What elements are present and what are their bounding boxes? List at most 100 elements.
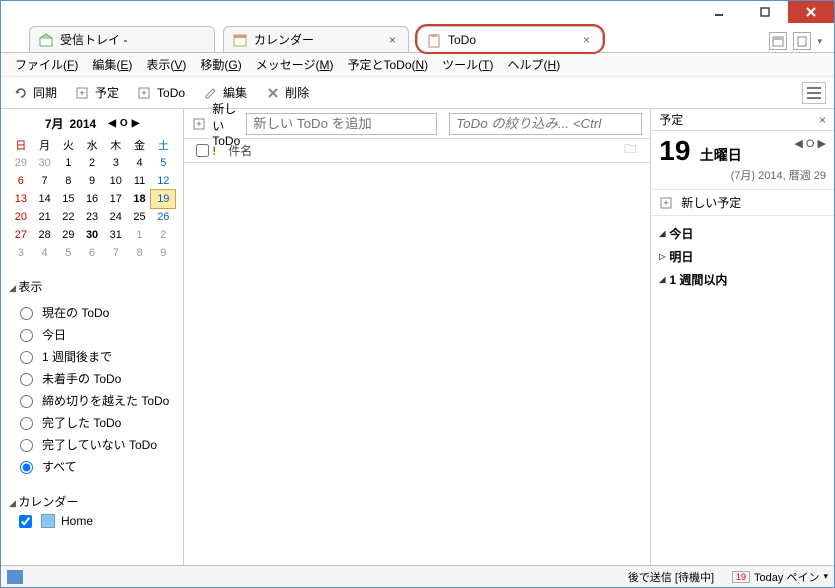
cal-day[interactable]: 30 xyxy=(33,154,57,172)
new-todo-button[interactable]: +ToDo xyxy=(133,83,189,103)
new-event-row[interactable]: + 新しい予定 xyxy=(651,190,834,216)
cal-day[interactable]: 29 xyxy=(56,226,80,244)
mini-calendar[interactable]: 日月火水木金土293012345678910111213141516171819… xyxy=(9,136,175,262)
cal-day[interactable]: 6 xyxy=(80,244,104,262)
status-today-pane[interactable]: Today ペイン xyxy=(754,569,819,585)
section-calendar[interactable]: カレンダー xyxy=(9,493,175,510)
tab-calendar-close[interactable]: × xyxy=(385,33,400,47)
cal-day[interactable]: 24 xyxy=(104,208,128,226)
cal-day[interactable]: 11 xyxy=(128,172,152,190)
filter-option[interactable]: 今日 xyxy=(15,323,175,345)
agenda-today[interactable]: ◢今日 xyxy=(655,222,830,245)
cal-day[interactable]: 30 xyxy=(80,226,104,244)
mini-clipboard-icon[interactable] xyxy=(793,32,811,50)
cal-day[interactable]: 12 xyxy=(151,172,175,190)
cal-day[interactable]: 17 xyxy=(104,190,128,208)
cal-day[interactable]: 7 xyxy=(33,172,57,190)
mini-dropdown-icon[interactable]: ▾ xyxy=(817,36,822,47)
filter-option[interactable]: 1 週間後まで xyxy=(15,345,175,367)
filter-option[interactable]: 完了した ToDo xyxy=(15,411,175,433)
cal-day[interactable]: 4 xyxy=(128,154,152,172)
status-dropdown-icon[interactable]: ▾ xyxy=(823,571,828,582)
menu-event-todo[interactable]: 予定とToDo(N) xyxy=(341,54,434,75)
todo-filter-input[interactable] xyxy=(449,113,642,135)
calendar-home-row[interactable]: Home xyxy=(9,510,175,532)
menu-tools[interactable]: ツール(T) xyxy=(436,54,499,75)
status-send[interactable]: 後で送信 [待機中] xyxy=(628,569,714,585)
agenda-tomorrow[interactable]: ▷明日 xyxy=(655,245,830,268)
status-today-date-icon[interactable]: 19 xyxy=(732,571,750,583)
tab-todo[interactable]: ToDo × xyxy=(417,26,603,52)
cal-day[interactable]: 3 xyxy=(104,154,128,172)
cal-prev[interactable]: ◀ xyxy=(108,118,116,129)
new-todo-input[interactable] xyxy=(246,113,437,135)
cal-day[interactable]: 13 xyxy=(9,190,33,208)
todo-list-header[interactable]: ! 件名 🗀 xyxy=(184,139,650,163)
cal-day[interactable]: 7 xyxy=(104,244,128,262)
cal-day[interactable]: 1 xyxy=(56,154,80,172)
sync-button[interactable]: 同期 xyxy=(9,82,61,103)
agenda-week[interactable]: ◢1 週間以内 xyxy=(655,268,830,291)
filter-option[interactable]: 締め切りを越えた ToDo xyxy=(15,389,175,411)
menu-file[interactable]: ファイル(F) xyxy=(9,54,84,75)
menu-view[interactable]: 表示(V) xyxy=(140,54,192,75)
window-maximize-button[interactable] xyxy=(742,1,788,23)
filter-option[interactable]: 完了していない ToDo xyxy=(15,433,175,455)
filter-option[interactable]: 現在の ToDo xyxy=(15,301,175,323)
menu-message[interactable]: メッセージ(M) xyxy=(250,54,340,75)
cal-day[interactable]: 4 xyxy=(33,244,57,262)
cal-day[interactable]: 10 xyxy=(104,172,128,190)
cal-today[interactable]: O xyxy=(120,118,128,129)
cal-day[interactable]: 29 xyxy=(9,154,33,172)
cal-day[interactable]: 31 xyxy=(104,226,128,244)
tab-inbox[interactable]: 受信トレイ - xyxy=(29,26,215,52)
filter-option[interactable]: 未着手の ToDo xyxy=(15,367,175,389)
cal-day[interactable]: 20 xyxy=(9,208,33,226)
cal-next[interactable]: ▶ xyxy=(132,118,140,129)
right-pane-close[interactable]: × xyxy=(819,113,826,127)
menu-go[interactable]: 移動(G) xyxy=(194,54,247,75)
cal-day[interactable]: 6 xyxy=(9,172,33,190)
section-view[interactable]: 表示 xyxy=(9,278,175,295)
cal-day[interactable]: 2 xyxy=(80,154,104,172)
cal-day[interactable]: 2 xyxy=(151,226,175,244)
cal-day[interactable]: 19 xyxy=(151,190,175,208)
calendar-column-icon[interactable]: 🗀 xyxy=(624,140,642,161)
window-close-button[interactable] xyxy=(788,1,834,23)
menu-help[interactable]: ヘルプ(H) xyxy=(502,54,567,75)
date-today[interactable]: O xyxy=(806,138,815,150)
menu-edit[interactable]: 編集(E) xyxy=(86,54,138,75)
cal-day[interactable]: 8 xyxy=(56,172,80,190)
cal-day[interactable]: 8 xyxy=(128,244,152,262)
new-event-button[interactable]: +予定 xyxy=(71,82,123,103)
mini-calendar-icon[interactable] xyxy=(769,32,787,50)
cal-day[interactable]: 23 xyxy=(80,208,104,226)
calendar-home-checkbox[interactable] xyxy=(19,515,32,528)
subject-column[interactable]: 件名 xyxy=(228,142,624,159)
cal-day[interactable]: 25 xyxy=(128,208,152,226)
cal-day[interactable]: 21 xyxy=(33,208,57,226)
priority-column-icon[interactable]: ! xyxy=(212,144,228,158)
cal-day[interactable]: 16 xyxy=(80,190,104,208)
delete-button[interactable]: 削除 xyxy=(261,82,313,103)
cal-day[interactable]: 28 xyxy=(33,226,57,244)
cal-day[interactable]: 18 xyxy=(128,190,152,208)
tab-todo-close[interactable]: × xyxy=(579,33,594,47)
menu-toggle-button[interactable] xyxy=(802,82,826,104)
cal-day[interactable]: 5 xyxy=(56,244,80,262)
cal-day[interactable]: 9 xyxy=(80,172,104,190)
cal-day[interactable]: 27 xyxy=(9,226,33,244)
cal-day[interactable]: 3 xyxy=(9,244,33,262)
date-next[interactable]: ▶ xyxy=(818,138,826,150)
select-all-checkbox[interactable] xyxy=(196,144,209,157)
date-prev[interactable]: ◀ xyxy=(794,138,802,150)
tab-calendar[interactable]: カレンダー × xyxy=(223,26,409,52)
cal-day[interactable]: 15 xyxy=(56,190,80,208)
cal-day[interactable]: 1 xyxy=(128,226,152,244)
window-minimize-button[interactable] xyxy=(696,1,742,23)
cal-day[interactable]: 14 xyxy=(33,190,57,208)
filter-option[interactable]: すべて xyxy=(15,455,175,477)
cal-day[interactable]: 22 xyxy=(56,208,80,226)
cal-day[interactable]: 9 xyxy=(151,244,175,262)
cal-day[interactable]: 5 xyxy=(151,154,175,172)
